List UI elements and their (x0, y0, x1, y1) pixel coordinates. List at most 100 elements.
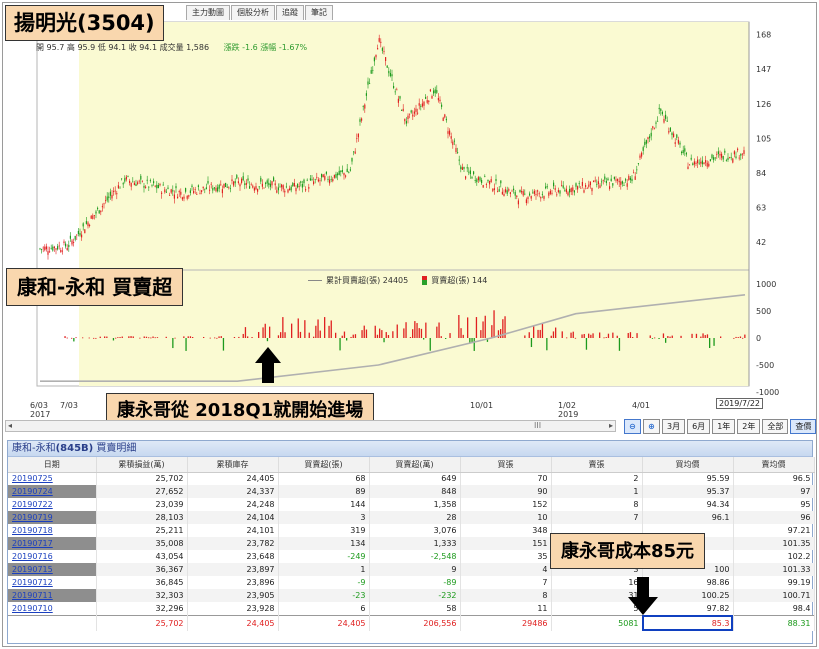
x-axis-label-year: 2017 (30, 410, 51, 419)
x-axis-label: 6/03 2017 (30, 401, 50, 419)
candle (525, 199, 527, 203)
column-header[interactable]: 買賣超(萬) (369, 457, 461, 473)
daily-net-bar (570, 332, 572, 338)
range-6m-button[interactable]: 6月 (687, 419, 711, 434)
date-link[interactable]: 20190717 (8, 537, 97, 550)
column-header[interactable]: 日期 (8, 457, 97, 473)
zoom-out-icon[interactable]: ⊖ (624, 419, 641, 434)
candle (441, 104, 443, 107)
candle (461, 167, 463, 170)
candle (612, 183, 614, 186)
column-header[interactable]: 賣張 (551, 457, 643, 473)
column-header[interactable]: 累積庫存 (187, 457, 279, 473)
query-price-button[interactable]: 查價 (790, 419, 817, 434)
range-2y-button[interactable]: 2年 (737, 419, 761, 434)
candle (428, 100, 430, 103)
table-row[interactable]: 20190719 28,103 24,104 3 28 10 7 96.1 96 (8, 511, 815, 524)
candle (577, 186, 579, 190)
daily-net-bar (216, 337, 218, 339)
candle (543, 196, 545, 199)
candle (644, 141, 646, 146)
candle (405, 121, 407, 124)
daily-net-bar (82, 337, 84, 339)
daily-net-bar (742, 337, 744, 339)
table-cell: 8 (460, 589, 552, 602)
candle (167, 187, 169, 189)
total-cell: 5081 (551, 614, 643, 631)
volume-tick-label: 1000 (756, 280, 776, 289)
x-axis-label-month: 4/01 (632, 401, 650, 410)
daily-net-bar (284, 332, 286, 338)
daily-net-bar (308, 332, 310, 338)
column-header[interactable]: 買賣超(張) (278, 457, 370, 473)
range-all-button[interactable]: 全部 (762, 419, 789, 434)
date-link[interactable]: 20190725 (8, 472, 97, 485)
daily-net-bar (460, 328, 462, 338)
daily-net-bar (467, 317, 469, 338)
candle (281, 184, 283, 188)
daily-net-bar (654, 337, 656, 339)
daily-net-bar (744, 334, 746, 338)
daily-net-bar (636, 333, 638, 338)
table-cell: 28,103 (96, 511, 188, 524)
daily-net-bar (341, 335, 343, 338)
table-row[interactable]: 20190711 32,303 23,905 -23 -232 8 31 100.25 100.… (8, 589, 815, 602)
x-axis-label-month: 1/02 (558, 401, 576, 410)
date-link[interactable]: 20190722 (8, 498, 97, 511)
table-cell: 89 (278, 485, 370, 498)
stock-chart[interactable]: 42 63 84 105 126 147 168 -1000 -500 0 500 1000 (0, 0, 819, 420)
table-cell: 94.34 (642, 498, 734, 511)
chart-scrollbar[interactable]: ◂ III ▸ (5, 420, 616, 432)
candle (653, 128, 655, 130)
range-3m-button[interactable]: 3月 (662, 419, 686, 434)
date-link[interactable]: 20190711 (8, 589, 97, 602)
table-row[interactable]: 20190722 23,039 24,248 144 1,358 152 8 94.34 95 (8, 498, 815, 511)
candle (394, 91, 396, 93)
scroll-right-icon[interactable]: ▸ (609, 421, 613, 430)
table-row[interactable]: 20190712 36,845 23,896 -9 -89 7 16 98.86 99.19 (8, 576, 815, 589)
volume-tick-label: -500 (756, 361, 774, 370)
candle (729, 157, 731, 159)
candle (209, 189, 211, 191)
daily-net-bar (233, 336, 236, 338)
column-header[interactable]: 買張 (460, 457, 552, 473)
candle (97, 207, 99, 210)
scroll-thumb[interactable]: III (534, 421, 541, 430)
scroll-left-icon[interactable]: ◂ (8, 421, 12, 430)
candle (274, 183, 276, 186)
date-link[interactable]: 20190716 (8, 550, 97, 563)
detail-title-suffix: 買賣明細 (93, 443, 137, 454)
daily-net-bar (238, 336, 240, 338)
candle (471, 177, 473, 179)
daily-net-bar (546, 338, 548, 351)
range-1y-button[interactable]: 1年 (712, 419, 736, 434)
column-header[interactable]: 買均價 (642, 457, 734, 473)
zoom-in-icon[interactable]: ⊕ (643, 419, 660, 434)
date-link[interactable]: 20190724 (8, 485, 97, 498)
table-cell: -9 (278, 576, 370, 589)
candle (234, 181, 236, 184)
candle (49, 251, 51, 253)
candle (714, 157, 716, 159)
date-link[interactable]: 20190710 (8, 602, 97, 615)
table-row[interactable]: 20190725 25,702 24,405 68 649 70 2 95.59 96.5 (8, 472, 815, 485)
daily-net-bar (405, 322, 407, 338)
candle (340, 170, 342, 173)
candle (473, 171, 475, 175)
candle (90, 215, 92, 219)
candle (228, 186, 230, 188)
date-link[interactable]: 20190715 (8, 563, 97, 576)
date-link[interactable]: 20190712 (8, 576, 97, 589)
price-tick-label: 42 (756, 238, 766, 247)
daily-net-bar (251, 337, 253, 338)
table-row[interactable]: 20190724 27,652 24,337 89 848 90 1 95.37 97 (8, 485, 815, 498)
candle (268, 182, 270, 185)
date-link[interactable]: 20190718 (8, 524, 97, 537)
candle (444, 114, 446, 118)
column-header[interactable]: 賣均價 (733, 457, 815, 473)
date-link[interactable]: 20190719 (8, 511, 97, 524)
table-row[interactable]: 20190710 32,296 23,928 6 58 11 5 97.82 98.4 (8, 602, 815, 615)
column-header[interactable]: 累積損益(萬) (96, 457, 188, 473)
candle (133, 182, 135, 186)
x-axis-label: 7/03 (60, 401, 78, 410)
